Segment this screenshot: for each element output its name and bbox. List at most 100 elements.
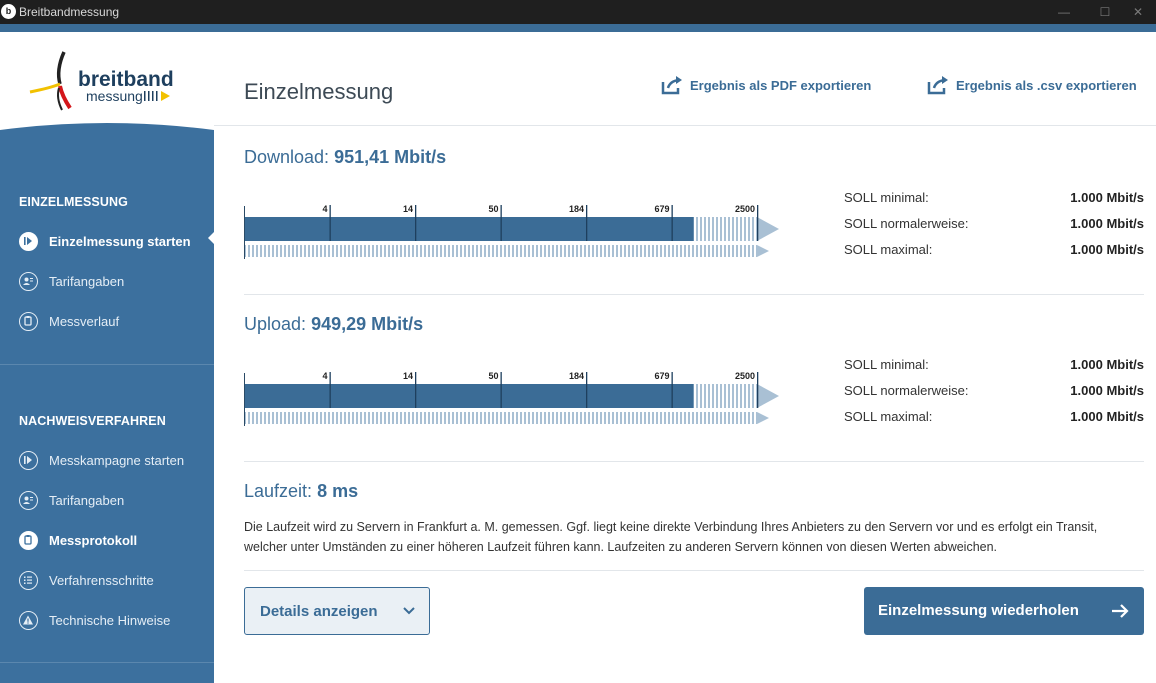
latency-value: 8 ms bbox=[317, 481, 359, 501]
download-value: 951,41 Mbit/s bbox=[334, 147, 447, 167]
bar-arrow-secondary bbox=[757, 412, 769, 424]
sidebar-heading-nachweisverfahren: NACHWEISVERFAHREN bbox=[19, 414, 166, 428]
logo-bars-icon bbox=[144, 91, 170, 101]
sidebar-item-label: Messverlauf bbox=[49, 314, 120, 329]
export-icon bbox=[927, 76, 948, 95]
chevron-down-icon bbox=[403, 607, 415, 615]
arrow-right-icon bbox=[1112, 604, 1129, 618]
bar-tick-label: 14 bbox=[403, 371, 413, 381]
sidebar-item-label: Messprotokoll bbox=[49, 533, 138, 548]
latency-title: Laufzeit: 8 ms bbox=[244, 481, 358, 502]
bar-tick bbox=[329, 205, 331, 241]
section-divider bbox=[244, 461, 1144, 462]
sidebar-item-tarifangaben[interactable]: Tarifangaben bbox=[0, 266, 214, 296]
sidebar-item-messkampagne-starten[interactable]: Messkampagne starten bbox=[0, 445, 214, 475]
bar-arrow-secondary bbox=[757, 245, 769, 257]
bar-tick-label: 50 bbox=[488, 371, 498, 381]
bar-tick-label: 184 bbox=[569, 371, 584, 381]
sidebar-item-einzelmessung-starten[interactable]: Einzelmessung starten bbox=[0, 226, 214, 256]
close-button[interactable]: ✕ bbox=[1115, 0, 1156, 24]
warning-icon bbox=[19, 611, 38, 630]
soll-value: 1.000 Mbit/s bbox=[1070, 190, 1144, 205]
bar-tick-label: 4 bbox=[322, 204, 327, 214]
repeat-button-label: Einzelmessung wiederholen bbox=[878, 602, 1079, 619]
sidebar: breitband messung EINZELMESSUNG Einzelme… bbox=[0, 32, 214, 683]
bar-track-secondary bbox=[244, 412, 757, 424]
soll-label: SOLL minimal: bbox=[844, 190, 929, 205]
bar-arrow bbox=[757, 384, 779, 408]
soll-value: 1.000 Mbit/s bbox=[1070, 383, 1144, 398]
logo-swoosh-icon bbox=[29, 51, 72, 111]
play-circle-icon bbox=[19, 451, 38, 470]
soll-value: 1.000 Mbit/s bbox=[1070, 409, 1144, 424]
bar-tick bbox=[757, 205, 759, 241]
bar-tick bbox=[671, 205, 673, 241]
bar-tick-label: 50 bbox=[488, 204, 498, 214]
sidebar-item-technische-hinweise[interactable]: Technische Hinweise bbox=[0, 605, 214, 635]
user-card-icon bbox=[19, 491, 38, 510]
section-divider bbox=[244, 570, 1144, 571]
upload-speed-bar: 4 14 50 184 679 2500 bbox=[244, 369, 784, 429]
sidebar-item-label: Einzelmessung starten bbox=[49, 234, 191, 249]
soll-value: 1.000 Mbit/s bbox=[1070, 357, 1144, 372]
bar-tick bbox=[500, 372, 502, 408]
upload-label: Upload: bbox=[244, 314, 307, 334]
logo-area: breitband messung bbox=[0, 32, 214, 152]
download-speed-bar: 4 14 50 184 679 2500 bbox=[244, 202, 784, 262]
export-pdf-label: Ergebnis als PDF exportieren bbox=[690, 78, 872, 93]
minimize-button[interactable]: — bbox=[1041, 0, 1087, 24]
bar-tick bbox=[415, 372, 417, 408]
soll-label: SOLL normalerweise: bbox=[844, 216, 969, 231]
bar-tick bbox=[586, 372, 588, 408]
bar-tick bbox=[757, 372, 759, 408]
sidebar-item-messverlauf[interactable]: Messverlauf bbox=[0, 306, 214, 336]
sidebar-item-verfahrensschritte[interactable]: Verfahrensschritte bbox=[0, 565, 214, 595]
bar-start-line bbox=[244, 206, 245, 259]
bar-tick-label: 2500 bbox=[735, 371, 755, 381]
repeat-measurement-button[interactable]: Einzelmessung wiederholen bbox=[864, 587, 1144, 635]
sidebar-item-label: Tarifangaben bbox=[49, 493, 125, 508]
latency-label: Laufzeit: bbox=[244, 481, 313, 501]
details-button-label: Details anzeigen bbox=[260, 603, 378, 620]
bar-arrow bbox=[757, 217, 779, 241]
bar-tick bbox=[329, 372, 331, 408]
window-title: Breitbandmessung bbox=[19, 5, 120, 19]
export-csv-button[interactable]: Ergebnis als .csv exportieren bbox=[926, 74, 1146, 98]
soll-value: 1.000 Mbit/s bbox=[1070, 216, 1144, 231]
user-card-icon bbox=[19, 272, 38, 291]
bar-tick-label: 184 bbox=[569, 204, 584, 214]
bar-tick-label: 2500 bbox=[735, 204, 755, 214]
details-button[interactable]: Details anzeigen bbox=[244, 587, 430, 635]
export-csv-label: Ergebnis als .csv exportieren bbox=[956, 78, 1137, 93]
soll-value: 1.000 Mbit/s bbox=[1070, 242, 1144, 257]
window-titlebar: b Breitbandmessung — ☐ ✕ bbox=[0, 0, 1156, 24]
soll-label: SOLL maximal: bbox=[844, 409, 933, 424]
download-title: Download: 951,41 Mbit/s bbox=[244, 147, 446, 168]
sidebar-heading-einzelmessung: EINZELMESSUNG bbox=[19, 195, 128, 209]
logo-text-secondary: messung bbox=[86, 88, 143, 104]
sidebar-item-messprotokoll[interactable]: Messprotokoll bbox=[0, 525, 214, 555]
bar-tick bbox=[586, 205, 588, 241]
bar-tick-label: 679 bbox=[654, 371, 669, 381]
sidebar-divider bbox=[0, 364, 214, 365]
bar-tick-label: 14 bbox=[403, 204, 413, 214]
soll-label: SOLL minimal: bbox=[844, 357, 929, 372]
breitband-app-icon: b bbox=[1, 4, 16, 19]
latency-info-text: Die Laufzeit wird zu Servern in Frankfur… bbox=[244, 520, 1098, 554]
play-circle-icon bbox=[19, 232, 38, 251]
bar-track-secondary bbox=[244, 245, 757, 257]
sidebar-item-label: Technische Hinweise bbox=[49, 613, 171, 628]
bar-fill bbox=[244, 384, 694, 408]
header-divider bbox=[214, 125, 1156, 126]
export-pdf-button[interactable]: Ergebnis als PDF exportieren bbox=[660, 74, 880, 98]
sidebar-item-tarifangaben-nachweis[interactable]: Tarifangaben bbox=[0, 485, 214, 515]
clipboard-icon bbox=[19, 312, 38, 331]
bar-tick-label: 679 bbox=[654, 204, 669, 214]
upload-title: Upload: 949,29 Mbit/s bbox=[244, 314, 423, 335]
top-accent-strip bbox=[0, 24, 1156, 32]
soll-label: SOLL maximal: bbox=[844, 242, 933, 257]
bar-tick-label: 4 bbox=[322, 371, 327, 381]
upload-value: 949,29 Mbit/s bbox=[311, 314, 424, 334]
export-icon bbox=[661, 76, 682, 95]
soll-label: SOLL normalerweise: bbox=[844, 383, 969, 398]
